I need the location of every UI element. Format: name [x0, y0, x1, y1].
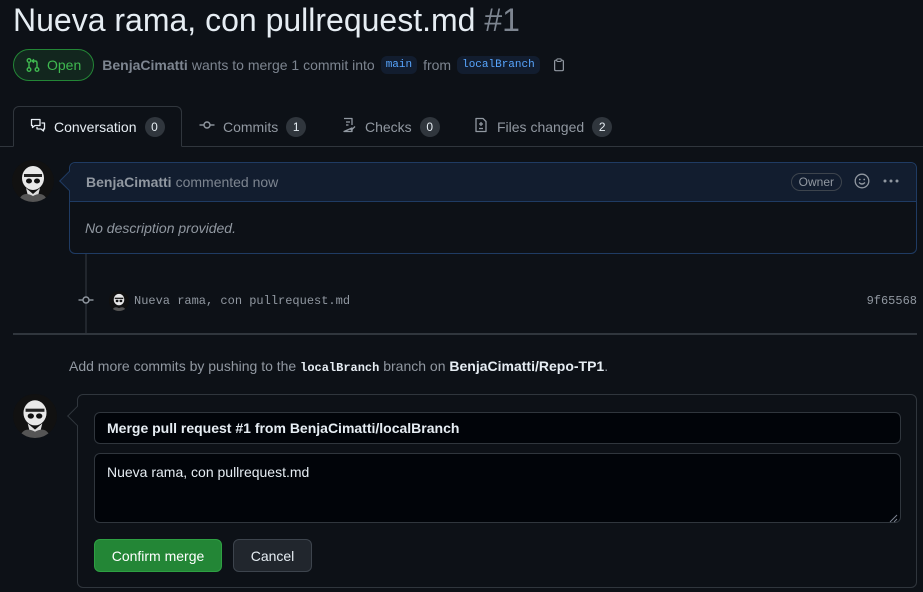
summary-text: wants to merge 1 commit into — [191, 57, 375, 73]
comment-discussion-icon — [30, 117, 46, 136]
confirm-merge-button[interactable]: Confirm merge — [94, 539, 222, 572]
git-commit-icon — [199, 117, 215, 136]
comment-author[interactable]: BenjaCimatti — [86, 174, 172, 190]
commit-row: Nueva rama, con pullrequest.md 9f65568 — [78, 290, 917, 312]
pr-title: Nueva rama, con pullrequest.md #1 — [13, 2, 520, 39]
state-badge: Open — [13, 49, 95, 81]
commit-avatar[interactable] — [109, 291, 129, 311]
smiley-icon[interactable] — [854, 173, 870, 192]
tab-label: Checks — [365, 118, 412, 135]
pr-meta: Open BenjaCimatti wants to merge 1 commi… — [13, 49, 566, 81]
tab-label: Commits — [223, 118, 279, 135]
tab-counter: 0 — [419, 116, 440, 137]
tab-label: Files changed — [497, 118, 585, 135]
base-branch[interactable]: main — [380, 56, 418, 74]
git-pull-request-icon — [25, 57, 41, 73]
copy-icon[interactable] — [552, 58, 566, 72]
avatar[interactable] — [12, 160, 54, 202]
comment-body: No description provided. — [85, 220, 236, 236]
tab-commits[interactable]: Commits 1 — [183, 106, 322, 147]
tab-counter: 1 — [286, 116, 307, 137]
timeline-separator — [13, 333, 917, 335]
kebab-horizontal-icon[interactable] — [882, 173, 900, 192]
hint-prefix: Add more commits by pushing to the — [69, 358, 297, 374]
tab-checks[interactable]: Checks 0 — [325, 106, 456, 147]
hint-suffix: . — [604, 358, 609, 374]
comment-actions: Owner — [790, 173, 900, 192]
comment-time[interactable]: commented now — [176, 174, 279, 190]
merge-title-input[interactable] — [94, 412, 901, 444]
tab-counter: 0 — [144, 116, 165, 137]
avatar[interactable] — [13, 394, 57, 438]
merge-box: Nueva rama, con pullrequest.md Confirm m… — [67, 394, 917, 588]
comment-box: BenjaCimatti commented now Owner No desc… — [59, 162, 917, 254]
file-diff-icon — [473, 117, 489, 136]
checklist-icon — [341, 117, 357, 136]
head-branch[interactable]: localBranch — [457, 56, 540, 74]
comment-header: BenjaCimatti commented now Owner — [70, 163, 916, 202]
from-text: from — [423, 57, 452, 73]
commit-sha[interactable]: 9f65568 — [867, 294, 917, 308]
state-label: Open — [47, 57, 82, 73]
pr-tabs: Conversation 0 Commits 1 Checks 0 Files … — [0, 106, 923, 147]
pr-title-text: Nueva rama, con pullrequest.md — [13, 2, 476, 38]
tab-conversation[interactable]: Conversation 0 — [13, 106, 182, 147]
pr-number: #1 — [484, 2, 520, 38]
resize-handle-icon[interactable] — [888, 510, 898, 526]
hint-middle: branch on — [383, 358, 446, 374]
hint-repo[interactable]: BenjaCimatti/Repo-TP1 — [449, 358, 604, 374]
push-hint: Add more commits by pushing to the local… — [69, 358, 608, 375]
cancel-button[interactable]: Cancel — [233, 539, 312, 572]
tab-files-changed[interactable]: Files changed 2 — [457, 106, 628, 147]
commit-message[interactable]: Nueva rama, con pullrequest.md — [134, 294, 350, 308]
author-link[interactable]: BenjaCimatti — [102, 57, 188, 73]
hint-branch: localBranch — [300, 361, 380, 375]
merge-arrow — [67, 406, 87, 426]
pr-summary: BenjaCimatti wants to merge 1 commit int… — [102, 56, 565, 74]
merge-body-input[interactable]: Nueva rama, con pullrequest.md — [94, 453, 901, 523]
owner-badge: Owner — [790, 173, 842, 191]
tab-counter: 2 — [592, 116, 613, 137]
git-commit-icon — [78, 292, 94, 311]
tab-label: Conversation — [54, 118, 137, 135]
